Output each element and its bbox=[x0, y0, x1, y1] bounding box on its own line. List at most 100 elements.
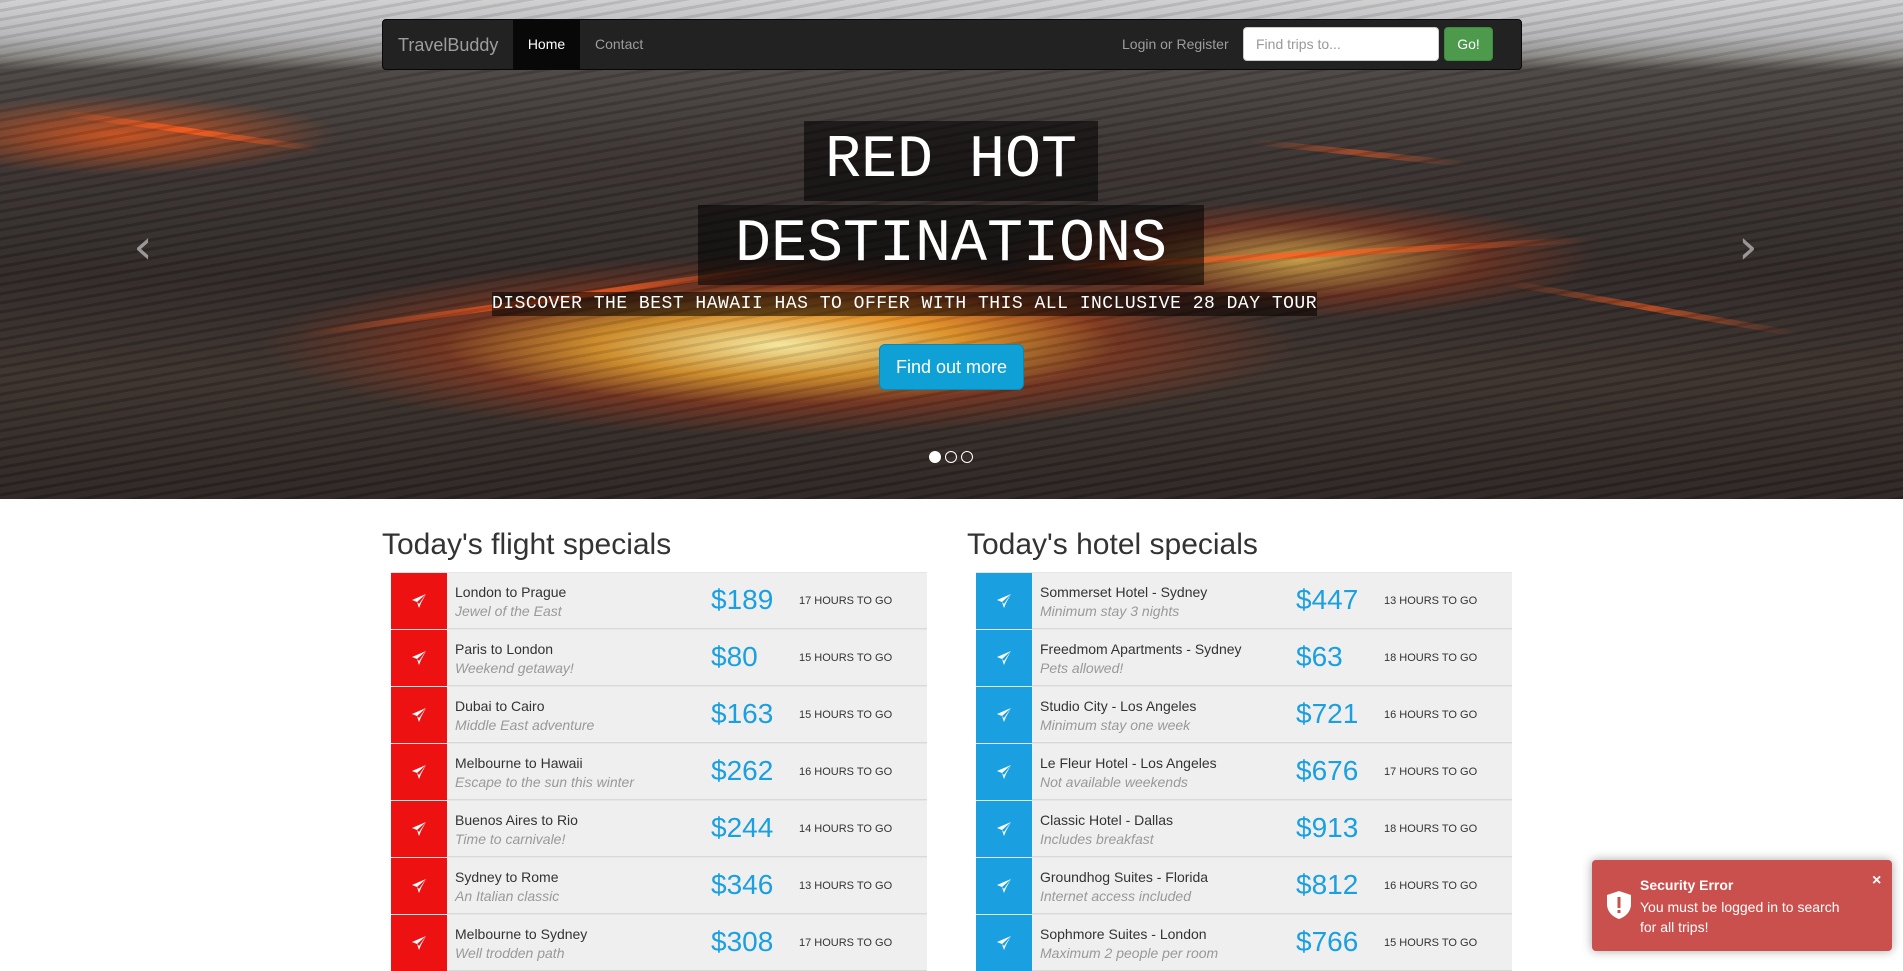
hotel-special-row[interactable]: Studio City - Los Angeles Minimum stay on… bbox=[976, 686, 1512, 743]
special-name: Sommerset Hotel - Sydney bbox=[1040, 584, 1208, 600]
flight-special-row[interactable]: Paris to London Weekend getaway! $80 15 HOU… bbox=[391, 629, 927, 686]
special-price: $766 bbox=[1296, 926, 1359, 957]
special-description: Middle East adventure bbox=[455, 717, 595, 733]
special-price: $63 bbox=[1296, 641, 1343, 672]
plane-icon bbox=[391, 915, 447, 971]
carousel-indicator[interactable] bbox=[945, 451, 957, 463]
toast-message: You must be logged in to search for all … bbox=[1640, 899, 1840, 935]
special-name: Melbourne to Sydney bbox=[455, 926, 588, 942]
security-error-toast[interactable]: Security Error You must be logged in to … bbox=[1592, 860, 1892, 951]
search-go-button[interactable]: Go! bbox=[1444, 27, 1493, 61]
carousel-indicators bbox=[929, 451, 973, 463]
special-name: Freedmom Apartments - Sydney bbox=[1040, 641, 1242, 657]
carousel-next-arrow-icon[interactable]: › bbox=[1728, 222, 1768, 272]
special-time-remaining: 15 HOURS TO GO bbox=[1384, 937, 1478, 949]
toast-title: Security Error bbox=[1640, 877, 1734, 893]
carousel-indicator[interactable] bbox=[929, 451, 941, 463]
special-time-remaining: 16 HOURS TO GO bbox=[799, 766, 893, 778]
plane-icon bbox=[391, 687, 447, 743]
nav-home[interactable]: Home bbox=[513, 20, 580, 69]
special-description: Pets allowed! bbox=[1040, 660, 1124, 676]
flight-special-row[interactable]: Sydney to Rome An Italian classic $346 13 H… bbox=[391, 857, 927, 914]
special-time-remaining: 13 HOURS TO GO bbox=[1384, 595, 1478, 607]
special-description: Escape to the sun this winter bbox=[455, 774, 634, 790]
hotel-special-row[interactable]: Groundhog Suites - Florida Internet acces… bbox=[976, 857, 1512, 914]
special-name: Le Fleur Hotel - Los Angeles bbox=[1040, 755, 1217, 771]
special-time-remaining: 18 HOURS TO GO bbox=[1384, 823, 1478, 835]
plane-icon bbox=[976, 801, 1032, 857]
special-description: Weekend getaway! bbox=[455, 660, 574, 676]
lava-decoration bbox=[1501, 278, 1799, 338]
special-time-remaining: 16 HOURS TO GO bbox=[1384, 880, 1478, 892]
plane-icon bbox=[976, 858, 1032, 914]
plane-icon bbox=[976, 630, 1032, 686]
special-description: Jewel of the East bbox=[455, 603, 562, 619]
hero-subtitle: DISCOVER THE BEST HAWAII HAS TO OFFER WI… bbox=[492, 292, 1318, 316]
special-price: $244 bbox=[711, 812, 774, 843]
special-name: Groundhog Suites - Florida bbox=[1040, 869, 1209, 885]
special-time-remaining: 18 HOURS TO GO bbox=[1384, 652, 1478, 664]
special-time-remaining: 15 HOURS TO GO bbox=[799, 652, 893, 664]
special-name: Sophmore Suites - London bbox=[1040, 926, 1207, 942]
special-time-remaining: 17 HOURS TO GO bbox=[1384, 766, 1478, 778]
special-description: Well trodden path bbox=[455, 945, 565, 961]
special-name: Classic Hotel - Dallas bbox=[1040, 812, 1174, 828]
hotel-specials-title: Today's hotel specials bbox=[967, 528, 1258, 561]
nav-contact[interactable]: Contact bbox=[595, 36, 643, 52]
hotel-special-row[interactable]: Sommerset Hotel - Sydney Minimum stay 3 n… bbox=[976, 572, 1512, 629]
special-price: $676 bbox=[1296, 755, 1359, 786]
special-price: $913 bbox=[1296, 812, 1359, 843]
special-price: $812 bbox=[1296, 869, 1359, 900]
flight-special-row[interactable]: Buenos Aires to Rio Time to carnivale! $24… bbox=[391, 800, 927, 857]
special-name: Melbourne to Hawaii bbox=[455, 755, 583, 771]
special-time-remaining: 17 HOURS TO GO bbox=[799, 937, 893, 949]
special-description: Includes breakfast bbox=[1040, 831, 1154, 847]
plane-icon bbox=[391, 573, 447, 629]
special-price: $262 bbox=[711, 755, 774, 786]
find-out-more-button[interactable]: Find out more bbox=[879, 344, 1024, 390]
special-time-remaining: 15 HOURS TO GO bbox=[799, 709, 893, 721]
special-price: $447 bbox=[1296, 584, 1359, 615]
plane-icon bbox=[976, 687, 1032, 743]
special-price: $189 bbox=[711, 584, 774, 615]
plane-icon bbox=[976, 573, 1032, 629]
special-description: Internet access included bbox=[1040, 888, 1191, 904]
login-register-link[interactable]: Login or Register bbox=[1122, 36, 1229, 52]
special-price: $163 bbox=[711, 698, 774, 729]
plane-icon bbox=[391, 858, 447, 914]
toast-close-icon[interactable]: × bbox=[1872, 872, 1881, 890]
special-time-remaining: 16 HOURS TO GO bbox=[1384, 709, 1478, 721]
search-input[interactable] bbox=[1243, 27, 1439, 61]
flight-specials-list: London to Prague Jewel of the East $189 17 … bbox=[391, 572, 927, 971]
hotel-special-row[interactable]: Freedmom Apartments - Sydney Pets allowed… bbox=[976, 629, 1512, 686]
special-price: $308 bbox=[711, 926, 774, 957]
special-name: Buenos Aires to Rio bbox=[455, 812, 578, 828]
plane-icon bbox=[391, 630, 447, 686]
flight-special-row[interactable]: London to Prague Jewel of the East $189 17 … bbox=[391, 572, 927, 629]
flight-special-row[interactable]: Dubai to Cairo Middle East adventure $163 1… bbox=[391, 686, 927, 743]
special-time-remaining: 13 HOURS TO GO bbox=[799, 880, 893, 892]
special-price: $721 bbox=[1296, 698, 1359, 729]
plane-icon bbox=[976, 744, 1032, 800]
carousel-prev-arrow-icon[interactable]: ‹ bbox=[123, 222, 163, 272]
lava-decoration bbox=[60, 109, 320, 153]
special-time-remaining: 14 HOURS TO GO bbox=[799, 823, 893, 835]
hotel-special-row[interactable]: Classic Hotel - Dallas Includes breakfast… bbox=[976, 800, 1512, 857]
special-description: Time to carnivale! bbox=[455, 831, 566, 847]
special-time-remaining: 17 HOURS TO GO bbox=[799, 595, 893, 607]
special-description: Not available weekends bbox=[1040, 774, 1188, 790]
carousel-indicator[interactable] bbox=[961, 451, 973, 463]
special-description: Minimum stay 3 nights bbox=[1040, 603, 1180, 619]
flight-specials-title: Today's flight specials bbox=[382, 528, 672, 561]
lava-decoration bbox=[1250, 138, 1470, 168]
flight-special-row[interactable]: Melbourne to Sydney Well trodden path $308… bbox=[391, 914, 927, 971]
brand-logo[interactable]: TravelBuddy bbox=[398, 35, 498, 56]
hotel-special-row[interactable]: Sophmore Suites - London Maximum 2 people… bbox=[976, 914, 1512, 971]
hero-carousel: RED HOT DESTINATIONS DISCOVER THE BEST H… bbox=[0, 0, 1903, 499]
special-price: $346 bbox=[711, 869, 774, 900]
special-description: Minimum stay one week bbox=[1040, 717, 1191, 733]
special-name: London to Prague bbox=[455, 584, 567, 600]
special-name: Studio City - Los Angeles bbox=[1040, 698, 1197, 714]
flight-special-row[interactable]: Melbourne to Hawaii Escape to the sun thi… bbox=[391, 743, 927, 800]
hotel-special-row[interactable]: Le Fleur Hotel - Los Angeles Not availabl… bbox=[976, 743, 1512, 800]
